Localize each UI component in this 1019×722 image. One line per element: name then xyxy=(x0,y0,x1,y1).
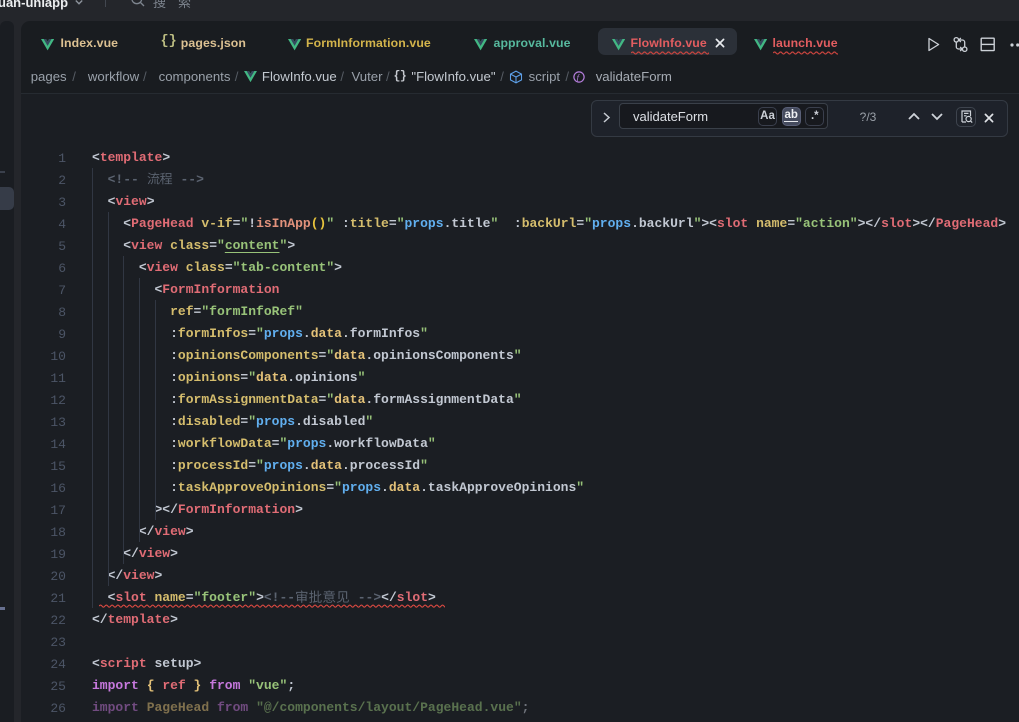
svg-text:f: f xyxy=(577,72,581,82)
